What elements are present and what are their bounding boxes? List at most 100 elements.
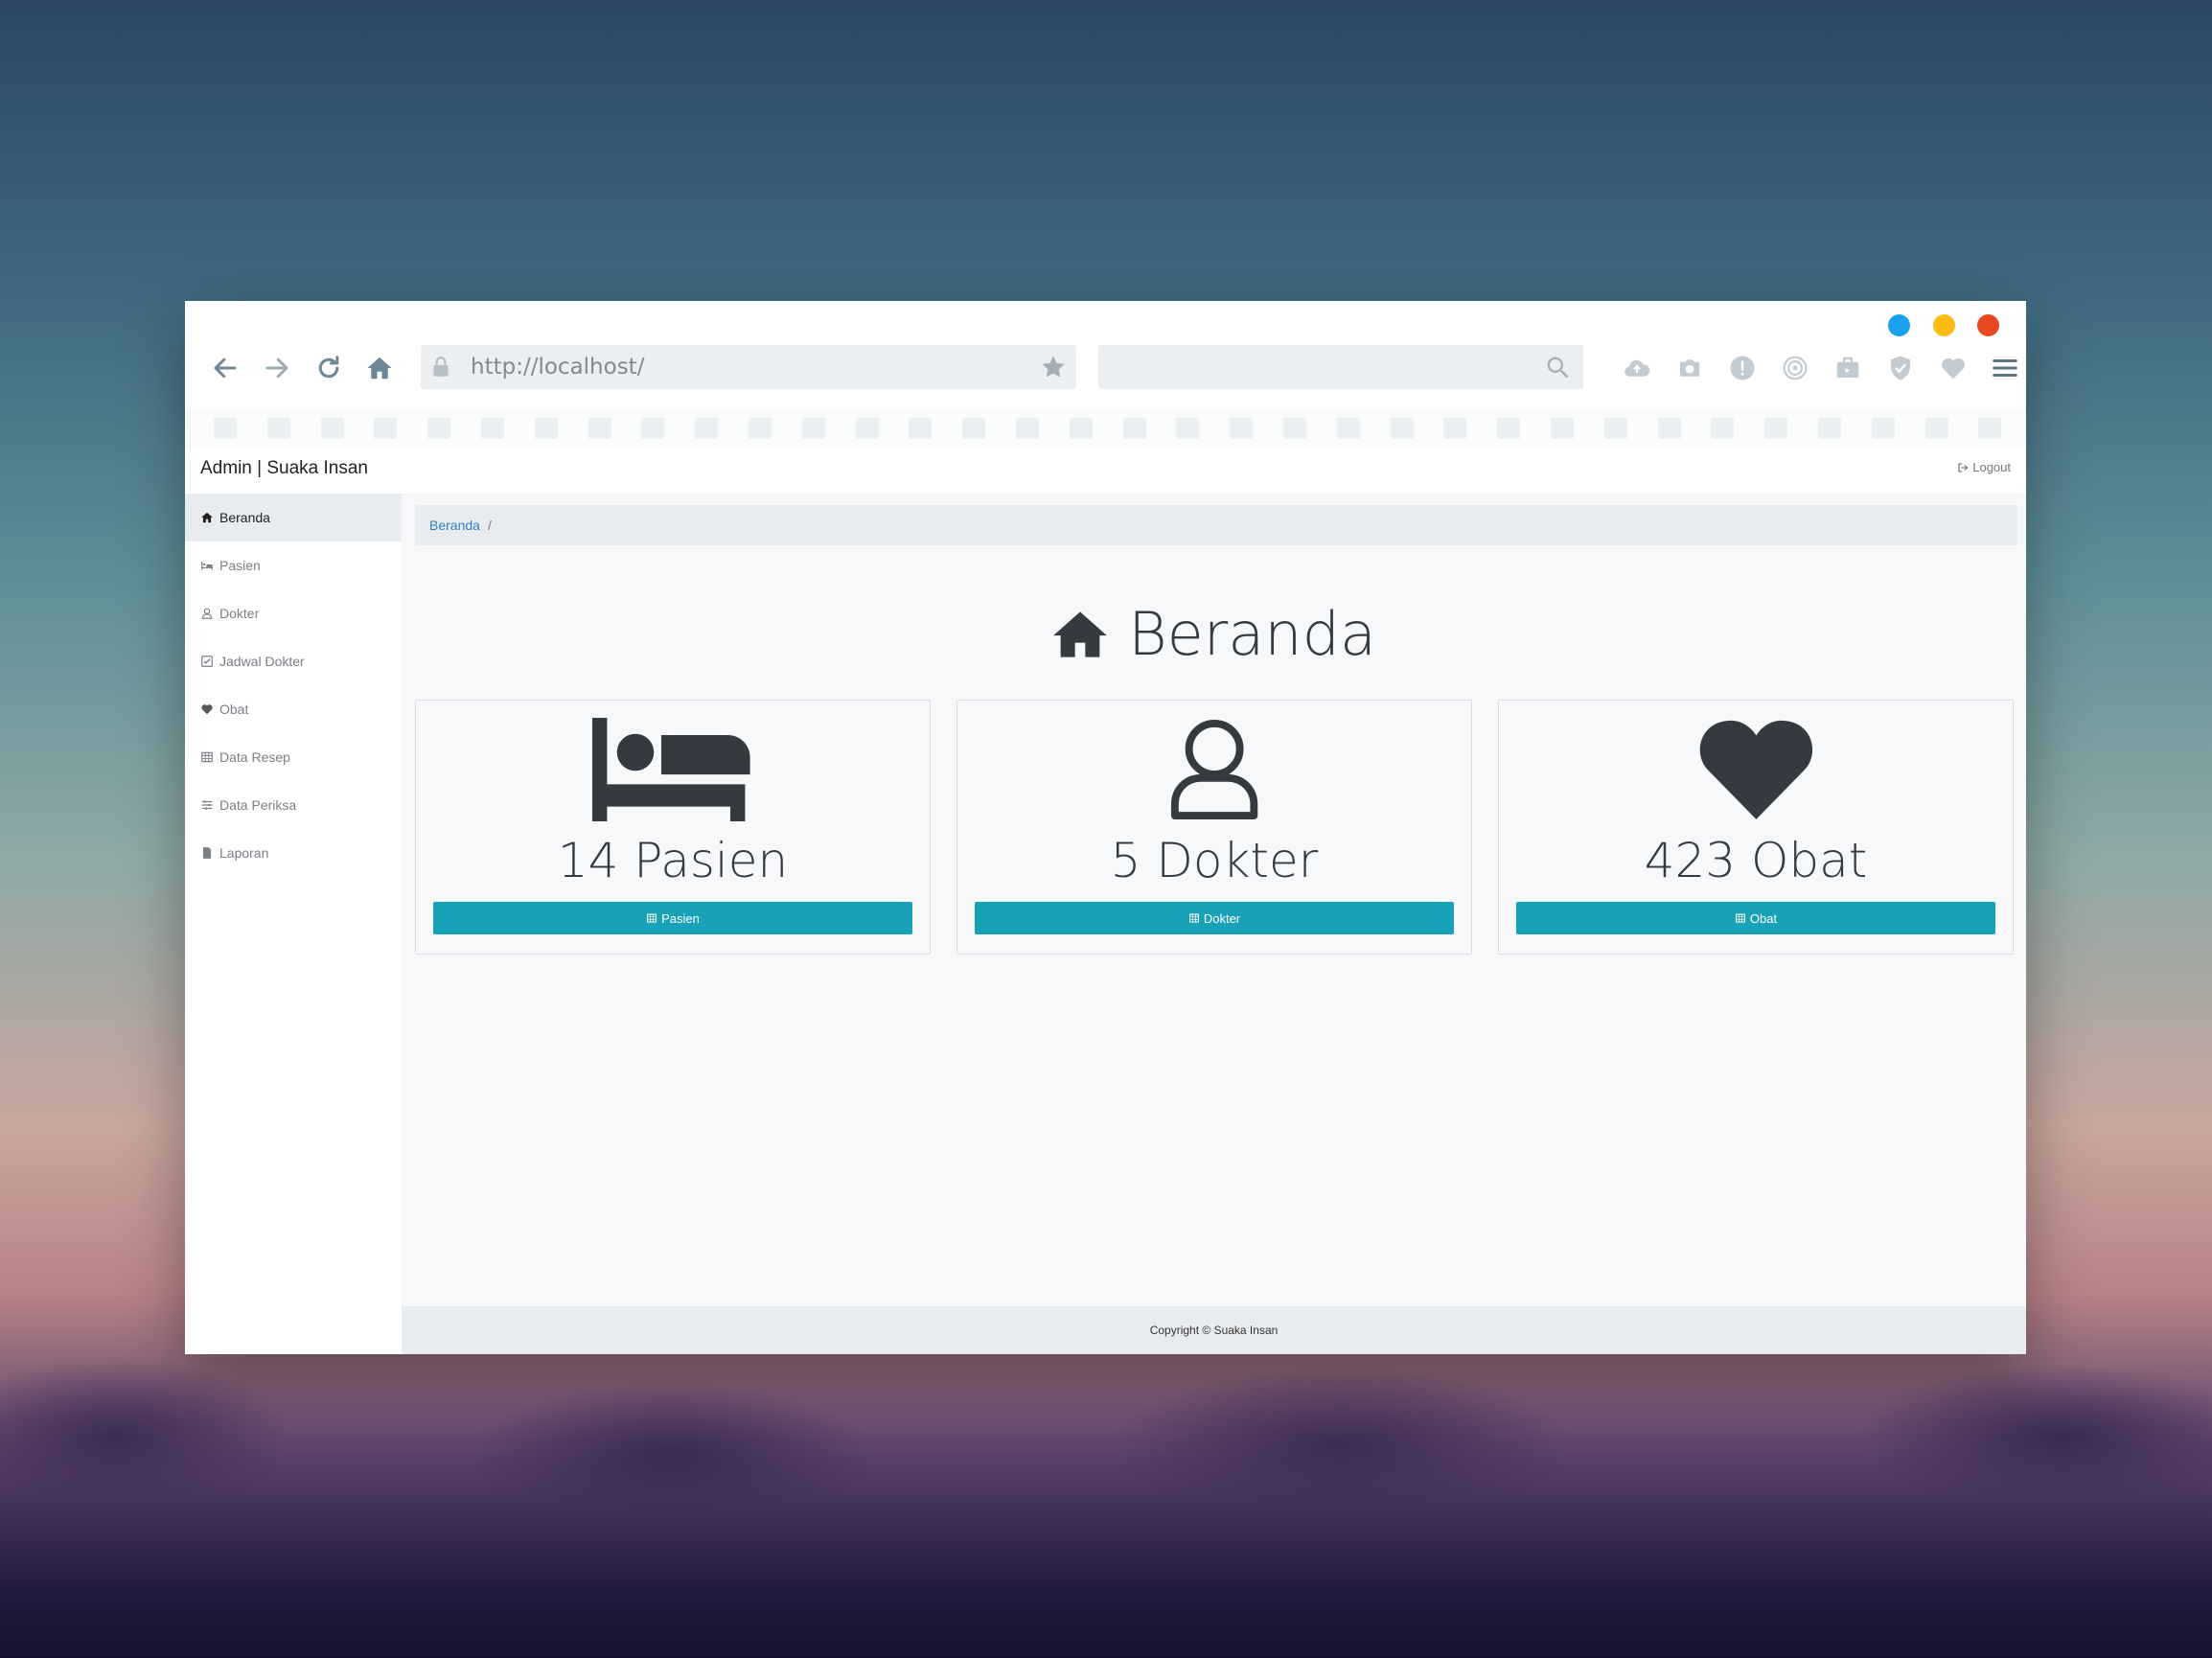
breadcrumb-link-beranda[interactable]: Beranda [429,518,480,533]
bookmark-placeholder[interactable] [1924,418,1948,439]
search-bar[interactable] [1098,345,1583,389]
bookmark-placeholder[interactable] [1336,418,1360,439]
fingerprint-icon[interactable] [1777,350,1813,386]
bookmark-placeholder[interactable] [1764,418,1788,439]
stat-count-dokter: 5 Dokter [1110,833,1319,888]
stat-card-pasien: 14 Pasien Pasien [415,700,931,955]
bookmark-placeholder[interactable] [1978,418,2002,439]
bookmark-placeholder[interactable] [374,418,398,439]
bookmark-placeholder[interactable] [1711,418,1735,439]
back-arrow-icon[interactable] [204,347,246,389]
bed-icon [592,718,750,821]
forward-arrow-icon[interactable] [256,347,298,389]
table-icon [1188,913,1199,923]
sidebar-item-dokter[interactable]: Dokter [185,589,402,637]
alert-icon[interactable] [1724,350,1761,386]
user-icon [1170,719,1258,820]
table-icon [201,751,213,763]
sidebar-item-label: Beranda [219,510,270,525]
lock-icon [433,357,449,377]
bookmark-placeholder[interactable] [962,418,986,439]
sidebar-item-data-periksa[interactable]: Data Periksa [185,781,402,829]
sidebar-item-jadwal-dokter[interactable]: Jadwal Dokter [185,637,402,685]
window-minimize-button[interactable] [1888,314,1910,336]
main-content: Beranda / Beranda 14 Pasien Pasien 5 Dok… [402,494,2026,1354]
page-footer: Copyright © Suaka Insan [402,1306,2026,1354]
obat-button[interactable]: Obat [1516,902,1995,934]
sliders-icon [201,800,213,810]
table-icon [1735,913,1745,923]
bookmark-placeholder[interactable] [534,418,558,439]
camera-icon[interactable] [1671,350,1708,386]
shield-check-icon[interactable] [1882,350,1919,386]
home-icon [201,512,213,523]
bookmark-placeholder[interactable] [695,418,719,439]
sidebar-item-label: Obat [219,702,249,717]
reload-icon[interactable] [308,347,350,389]
stat-card-dokter: 5 Dokter Dokter [956,700,1472,955]
dokter-button[interactable]: Dokter [975,902,1454,934]
sidebar-item-label: Jadwal Dokter [219,654,305,669]
bookmark-placeholder[interactable] [266,418,290,439]
bookmark-placeholder[interactable] [855,418,879,439]
bookmark-placeholder[interactable] [427,418,451,439]
bookmark-placeholder[interactable] [1176,418,1200,439]
cloud-upload-icon[interactable] [1619,350,1655,386]
home-icon[interactable] [358,347,401,389]
pasien-button[interactable]: Pasien [433,902,912,934]
bookmark-placeholder[interactable] [320,418,344,439]
sidebar-item-label: Pasien [219,558,261,573]
sidebar-item-beranda[interactable]: Beranda [185,494,402,541]
sidebar-item-obat[interactable]: Obat [185,685,402,733]
bookmark-placeholder[interactable] [1551,418,1574,439]
sidebar-item-label: Laporan [219,845,269,861]
address-bar[interactable]: http://localhost/ [421,345,1076,389]
app-brand[interactable]: Admin | Suaka Insan [200,458,368,479]
search-icon[interactable] [1545,355,1570,380]
file-icon [202,847,212,859]
breadcrumb: Beranda / [415,505,2017,545]
bookmark-placeholder[interactable] [1603,418,1627,439]
obat-button-label: Obat [1749,910,1778,926]
bookmark-placeholder[interactable] [1230,418,1254,439]
bookmark-placeholder[interactable] [1283,418,1306,439]
browser-window: http://localhost/ Admin | Suaka Insan Lo… [185,301,2026,1354]
bookmark-placeholder[interactable] [481,418,504,439]
bookmark-placeholder[interactable] [1390,418,1414,439]
bookmark-placeholder[interactable] [1069,418,1093,439]
check-square-icon [201,656,213,667]
window-maximize-button[interactable] [1933,314,1955,336]
bookmark-placeholder[interactable] [1657,418,1681,439]
pasien-button-label: Pasien [661,910,700,926]
sidebar-item-pasien[interactable]: Pasien [185,541,402,589]
footer-copyright: Copyright © Suaka Insan [1149,1324,1279,1337]
bookmark-placeholder[interactable] [1122,418,1146,439]
sidebar-item-laporan[interactable]: Laporan [185,829,402,877]
page-title: Beranda [402,599,2026,669]
breadcrumb-separator: / [487,518,492,533]
bookmark-placeholder[interactable] [641,418,665,439]
bookmark-placeholder[interactable] [909,418,933,439]
bed-icon [201,561,213,570]
stat-card-obat: 423 Obat Obat [1498,700,2014,955]
bookmark-placeholder[interactable] [1497,418,1521,439]
bookmark-placeholder[interactable] [1871,418,1895,439]
stat-count-pasien: 14 Pasien [557,833,789,888]
window-close-button[interactable] [1977,314,1999,336]
bookmark-placeholder[interactable] [588,418,611,439]
bookmark-placeholder[interactable] [801,418,825,439]
bookmark-placeholder[interactable] [1016,418,1039,439]
sidebar-item-label: Data Periksa [219,797,297,813]
web-page: Admin | Suaka Insan Logout Beranda Pasie… [185,449,2026,1354]
logout-link[interactable]: Logout [1957,460,2011,474]
menu-icon[interactable] [1987,350,2023,386]
heart-icon[interactable] [1935,350,1971,386]
briefcase-icon[interactable] [1830,350,1866,386]
bookmark-star-icon[interactable] [1040,354,1067,380]
bookmark-placeholder[interactable] [749,418,772,439]
bookmark-placeholder[interactable] [1818,418,1841,439]
bookmark-placeholder[interactable] [214,418,237,439]
sidebar-item-data-resep[interactable]: Data Resep [185,733,402,781]
bookmark-placeholder[interactable] [1443,418,1467,439]
browser-toolbar: http://localhost/ [185,345,2026,395]
